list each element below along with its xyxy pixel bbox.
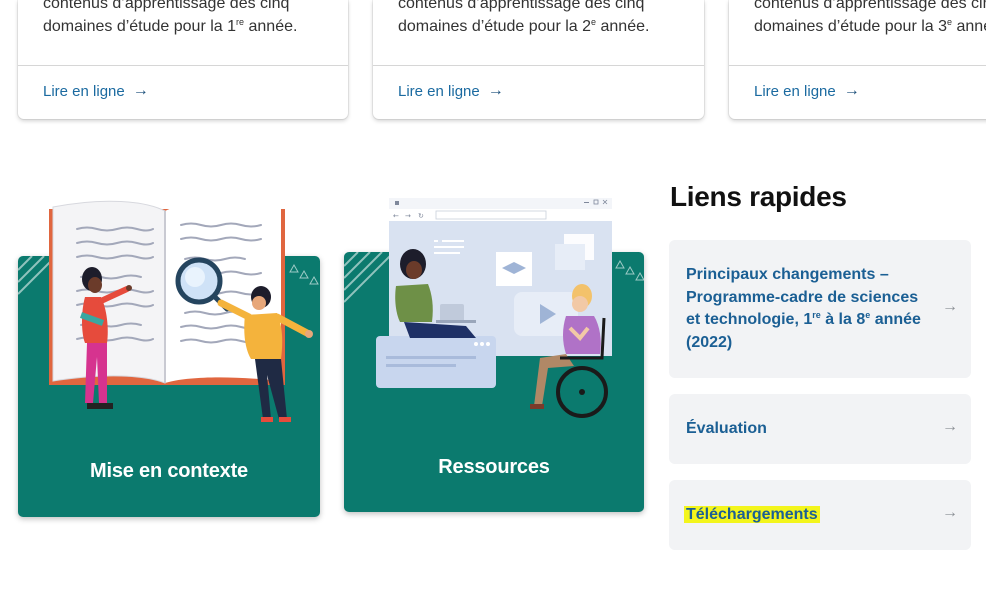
card-description: contenus d’apprentissage des cinq domain…	[398, 0, 650, 35]
arrow-right-thin-icon: →	[942, 504, 958, 521]
card-description: contenus d’apprentissage des cinq domain…	[43, 0, 298, 35]
arrow-right-icon: →	[843, 82, 860, 99]
book-illustration	[49, 200, 313, 422]
read-online-link[interactable]: Lire en ligne →	[398, 82, 504, 100]
svg-text:→: →	[405, 212, 411, 220]
arrow-right-thin-icon: →	[942, 418, 958, 435]
quick-link-evaluation[interactable]: Évaluation →	[669, 394, 971, 464]
svg-text:←: ←	[393, 212, 399, 220]
arrow-right-icon: →	[487, 82, 504, 99]
quick-link-label: Principaux changements – Programme-cadre…	[686, 266, 921, 351]
quick-link-label: Téléchargements	[684, 504, 820, 527]
card-grade-1: contenus d’apprentissage des cinq domain…	[18, 0, 348, 119]
context-card-title: Mise en contexte	[90, 460, 248, 482]
read-online-link[interactable]: Lire en ligne →	[43, 82, 149, 100]
browser-illustration: ← → ↻	[376, 198, 612, 418]
card-divider	[18, 65, 348, 66]
card-divider	[373, 65, 704, 66]
highlighted-label: Téléchargements	[684, 506, 820, 523]
card-grade-2: contenus d’apprentissage des cinq domain…	[373, 0, 704, 119]
quick-link-downloads[interactable]: Téléchargements →	[669, 480, 971, 550]
resources-card-title: Ressources	[438, 456, 550, 478]
card-divider	[729, 65, 986, 66]
read-online-link[interactable]: Lire en ligne →	[754, 82, 860, 100]
quick-links-heading: Liens rapides	[670, 181, 847, 212]
arrow-right-thin-icon: →	[942, 298, 958, 315]
card-grade-3: contenus d’apprentissage des cinq domain…	[729, 0, 986, 119]
quick-link-label: Évaluation	[686, 420, 767, 437]
card-description: contenus d’apprentissage des cinq domain…	[754, 0, 986, 35]
svg-text:↻: ↻	[418, 212, 424, 220]
arrow-right-icon: →	[132, 82, 149, 99]
quick-link-program-changes[interactable]: Principaux changements – Programme-cadre…	[669, 240, 971, 378]
